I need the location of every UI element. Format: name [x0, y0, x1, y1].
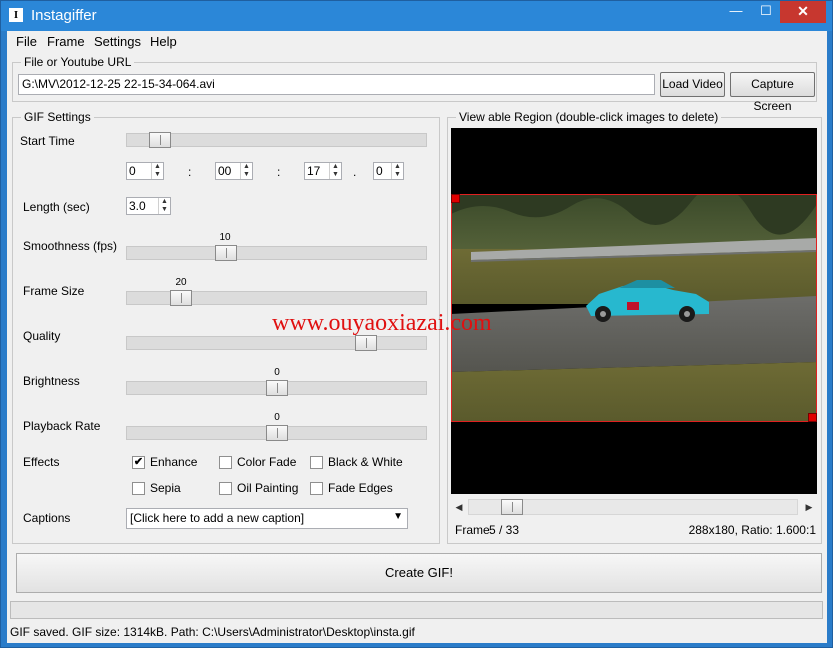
crop-handle-top-left[interactable] [451, 194, 460, 203]
captions-label: Captions [23, 511, 71, 525]
fade-edges-checkbox[interactable] [310, 482, 323, 495]
enhance-checkbox[interactable]: ✔ [132, 456, 145, 469]
playback-rate-value: 0 [274, 412, 280, 423]
length-label: Length (sec) [23, 200, 90, 214]
quality-slider-thumb[interactable] [355, 335, 378, 351]
menu-settings[interactable]: Settings [94, 34, 141, 49]
spin-up-icon[interactable]: ▲ [152, 163, 163, 171]
sepia-checkbox[interactable] [132, 482, 145, 495]
frame-size-slider[interactable] [126, 290, 427, 306]
app-icon: I [9, 8, 23, 22]
source-group: File or Youtube URL G:\MV\2012-12-25 22-… [12, 55, 817, 113]
menu-help[interactable]: Help [150, 34, 177, 49]
maximize-button[interactable]: ☐ [751, 1, 781, 23]
menu-bar: File Frame Settings Help [7, 31, 827, 53]
capture-screen-button[interactable]: Capture Screen [730, 72, 815, 113]
black-white-checkbox[interactable] [310, 456, 323, 469]
url-input[interactable]: G:\MV\2012-12-25 22-15-34-064.avi [18, 74, 655, 95]
oil-painting-checkbox[interactable] [219, 482, 232, 495]
smoothness-slider[interactable] [126, 245, 427, 261]
spin-down-icon[interactable]: ▼ [330, 171, 341, 179]
watermark-text: www.ouyaoxiazai.com [272, 310, 492, 336]
frame-size-slider-thumb[interactable] [169, 290, 192, 306]
frame-size-label: Frame Size [23, 284, 85, 298]
window-title: Instagiffer [31, 7, 97, 24]
crop-handle-bottom-right[interactable] [808, 413, 817, 422]
time-separator: : [277, 165, 281, 179]
spin-up-icon[interactable]: ▲ [241, 163, 252, 171]
crop-selection[interactable] [451, 194, 817, 422]
playback-rate-slider-thumb[interactable] [265, 425, 288, 441]
title-bar[interactable]: I Instagiffer — ☐ ✕ [1, 1, 832, 31]
progress-bar [10, 601, 823, 619]
frame-scrollbar[interactable]: ◀ ▶ [451, 498, 817, 516]
length-value: 3.0 [129, 199, 146, 213]
oil-painting-label[interactable]: Oil Painting [237, 481, 298, 495]
frame-scroll-thumb[interactable] [500, 499, 523, 515]
spin-up-icon[interactable]: ▲ [330, 163, 341, 171]
brightness-slider-thumb[interactable] [265, 380, 288, 396]
brightness-slider[interactable] [126, 380, 427, 396]
ms-separator: . [353, 165, 357, 179]
fade-edges-label[interactable]: Fade Edges [328, 481, 393, 495]
create-gif-button[interactable]: Create GIF! [16, 553, 822, 593]
start-hours-value: 0 [129, 164, 136, 178]
spin-up-icon[interactable]: ▲ [159, 198, 170, 206]
time-separator: : [188, 165, 192, 179]
brightness-value: 0 [274, 367, 280, 378]
frame-scroll-track[interactable] [468, 499, 798, 515]
frame-counter: 5 / 33 [489, 523, 520, 537]
spin-down-icon[interactable]: ▼ [159, 206, 170, 214]
source-group-label: File or Youtube URL [21, 55, 135, 69]
start-time-slider-thumb[interactable] [148, 132, 171, 148]
start-minutes-spinner[interactable]: 00 ▲ ▼ [215, 162, 253, 180]
start-ms-spinner[interactable]: 0 ▲ ▼ [373, 162, 404, 180]
quality-slider[interactable] [126, 335, 427, 351]
status-bar-text: GIF saved. GIF size: 1314kB. Path: C:\Us… [10, 625, 415, 639]
start-time-slider[interactable] [126, 132, 427, 148]
color-fade-checkbox[interactable] [219, 456, 232, 469]
smoothness-value: 10 [219, 232, 231, 243]
scroll-left-icon[interactable]: ◀ [451, 498, 467, 516]
frame-size-info: 288x180, Ratio: 1.600:1 [688, 523, 816, 537]
smoothness-label: Smoothness (fps) [23, 239, 118, 253]
playback-rate-label: Playback Rate [23, 419, 101, 433]
menu-frame[interactable]: Frame [47, 34, 85, 49]
spin-down-icon[interactable]: ▼ [152, 171, 163, 179]
spin-down-icon[interactable]: ▼ [392, 171, 403, 179]
spin-down-icon[interactable]: ▼ [241, 171, 252, 179]
spin-up-icon[interactable]: ▲ [392, 163, 403, 171]
start-seconds-spinner[interactable]: 17 ▲ ▼ [304, 162, 342, 180]
frame-label: Frame [455, 523, 490, 537]
quality-label: Quality [23, 329, 61, 343]
viewable-region-group: View able Region (double-click images to… [447, 110, 822, 544]
frame-size-value: 20 [175, 277, 187, 288]
scroll-right-icon[interactable]: ▶ [801, 498, 817, 516]
start-time-label: Start Time [20, 134, 75, 148]
client-area: File Frame Settings Help File or Youtube… [7, 31, 827, 643]
menu-file[interactable]: File [16, 34, 37, 49]
sepia-label[interactable]: Sepia [150, 481, 181, 495]
black-white-label[interactable]: Black & White [328, 455, 403, 469]
color-fade-label[interactable]: Color Fade [237, 455, 296, 469]
start-hours-spinner[interactable]: 0 ▲ ▼ [126, 162, 164, 180]
chevron-down-icon[interactable]: ▼ [393, 511, 403, 522]
captions-value: [Click here to add a new caption] [130, 511, 305, 525]
video-preview[interactable] [451, 128, 817, 494]
captions-dropdown[interactable]: [Click here to add a new caption] ▼ [126, 508, 408, 529]
minimize-button[interactable]: — [721, 1, 751, 23]
smoothness-slider-thumb[interactable] [214, 245, 237, 261]
playback-rate-slider[interactable] [126, 425, 427, 441]
close-button[interactable]: ✕ [780, 1, 826, 23]
effects-label: Effects [23, 455, 60, 469]
load-video-button[interactable]: Load Video [660, 72, 725, 97]
length-spinner[interactable]: 3.0 ▲ ▼ [126, 197, 171, 215]
start-ms-value: 0 [376, 164, 383, 178]
gif-settings-group-label: GIF Settings [21, 110, 94, 124]
start-seconds-value: 17 [307, 164, 321, 178]
start-minutes-value: 00 [218, 164, 232, 178]
viewable-region-label: View able Region (double-click images to… [456, 110, 722, 124]
enhance-label[interactable]: Enhance [150, 455, 197, 469]
brightness-label: Brightness [23, 374, 80, 388]
